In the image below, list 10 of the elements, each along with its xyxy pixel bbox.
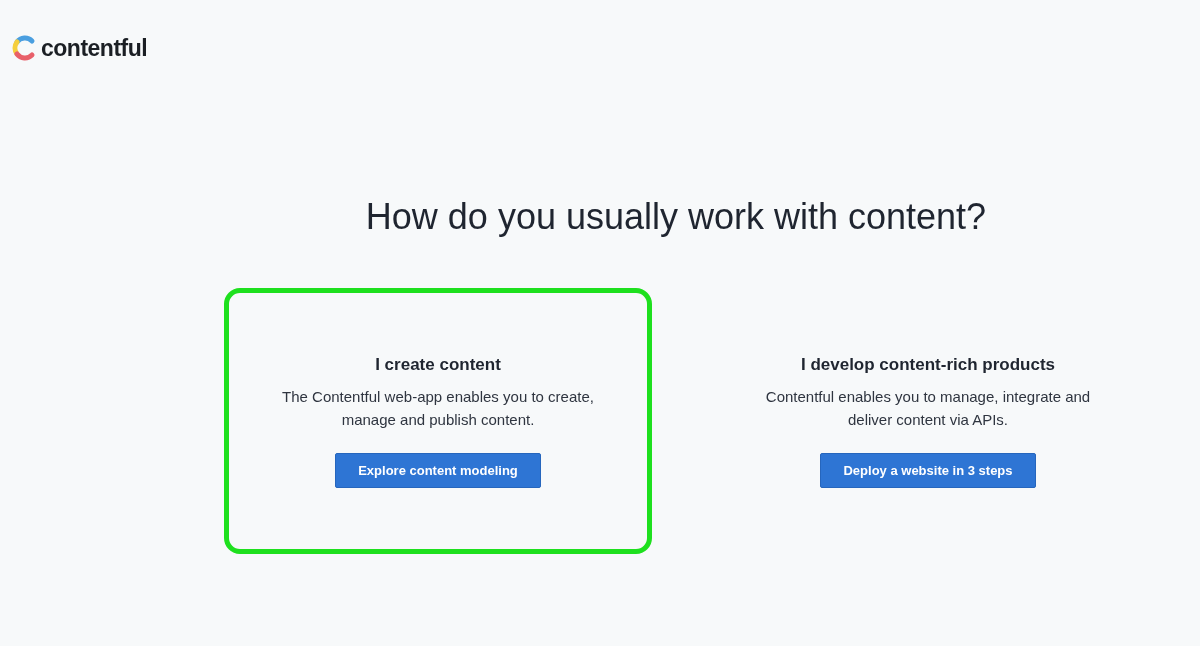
- card-button[interactable]: Explore content modeling: [335, 453, 541, 488]
- page-heading: How do you usually work with content?: [364, 196, 988, 238]
- card-title: I create content: [375, 355, 501, 375]
- card-description: The Contentful web-app enables you to create, manage and publish content.: [281, 387, 595, 430]
- logo-wordmark: contentful: [41, 34, 148, 62]
- card-button[interactable]: Deploy a website in 3 steps: [820, 453, 1036, 488]
- card-title: I develop content-rich products: [800, 355, 1056, 375]
- option-card[interactable]: I develop content-rich products Contentful enables you to manage, integrate and deliver content via APIs. Deploy a website in 3 steps: [714, 288, 1142, 554]
- card-description: Contentful enables you to manage, integrate and deliver content via APIs.: [764, 387, 1092, 430]
- option-card[interactable]: I create content The Contentful web-app enables you to create, manage and publish content. Explore content modeling: [224, 288, 652, 554]
